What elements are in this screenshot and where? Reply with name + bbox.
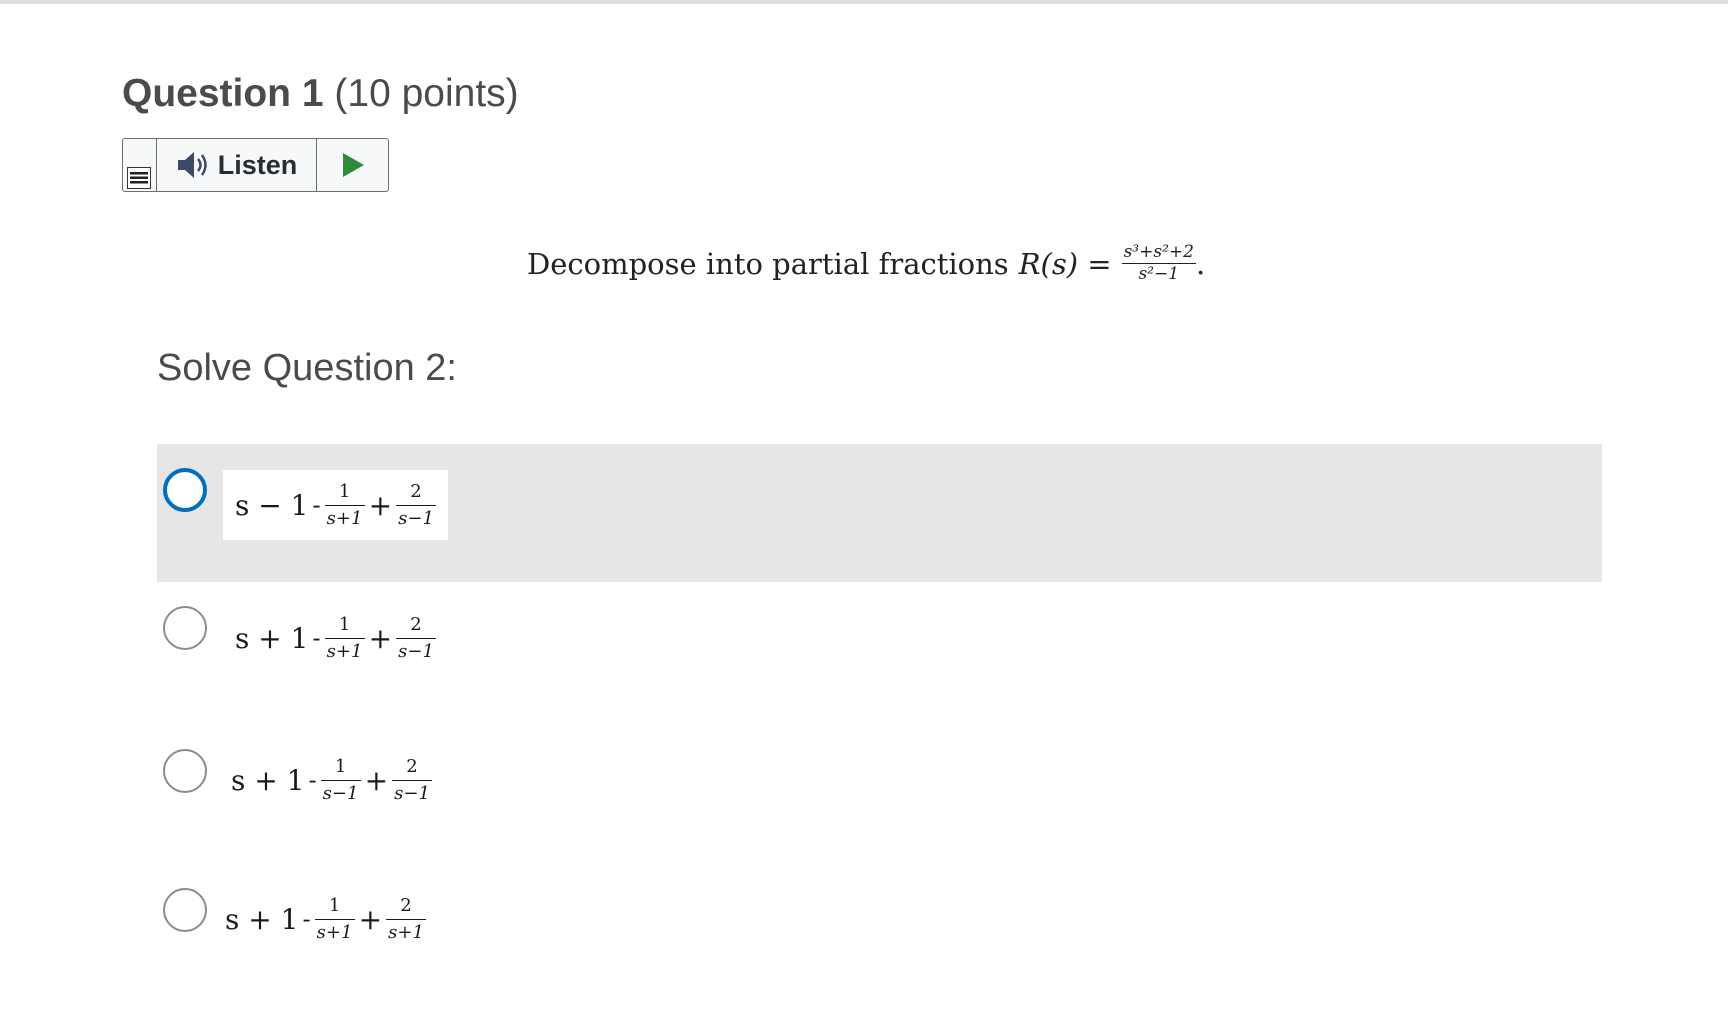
top-divider — [0, 0, 1728, 4]
plus-sign: + — [364, 763, 389, 797]
fraction-numerator: 2 — [386, 896, 427, 920]
question-title: Question 1 — [122, 72, 324, 115]
prompt-numerator: s³+s²+2 — [1121, 242, 1196, 264]
plus-sign: + — [358, 902, 383, 936]
answer-sep: - — [308, 766, 317, 794]
answer-option-2[interactable]: s + 1 - 1 s+1 + 2 s−1 — [157, 590, 1602, 728]
listen-button[interactable]: Listen — [157, 139, 317, 191]
listen-toolbar: Listen — [122, 138, 389, 192]
answer-sep: - — [302, 905, 311, 933]
fraction-2: 2 s−1 — [396, 482, 437, 529]
fraction-1: 1 s+1 — [314, 896, 355, 943]
answer-lead: s − 1 — [235, 488, 309, 522]
fraction-2: 2 s−1 — [396, 615, 437, 662]
radio-button-1[interactable] — [163, 468, 207, 512]
answer-lead: s + 1 — [235, 621, 309, 655]
menu-icon — [127, 167, 151, 189]
radio-button-2[interactable] — [163, 606, 207, 650]
menu-button[interactable] — [123, 139, 157, 191]
fraction-1: 1 s+1 — [324, 482, 365, 529]
fraction-denominator: s−1 — [398, 640, 434, 662]
radio-button-4[interactable] — [163, 888, 207, 932]
fraction-1: 1 s+1 — [324, 615, 365, 662]
fraction-denominator: s+1 — [326, 640, 363, 662]
answer-sep: - — [312, 491, 321, 519]
prompt-lhs: R(s) = — [1018, 246, 1112, 281]
fraction-denominator: s+1 — [388, 921, 424, 943]
prompt-denominator: s²−1 — [1138, 264, 1180, 284]
fraction-numerator: 1 — [320, 757, 361, 781]
answer-option-4[interactable]: s + 1 - 1 s+1 + 2 s+1 — [157, 872, 1602, 1010]
answer-expression-1: s − 1 - 1 s+1 + 2 s−1 — [223, 470, 449, 540]
answer-option-3[interactable]: s + 1 - 1 s−1 + 2 s−1 — [157, 733, 1602, 871]
play-button[interactable] — [317, 139, 388, 191]
fraction-denominator: s+1 — [326, 507, 363, 529]
question-heading: Question 1 (10 points) — [122, 72, 519, 116]
fraction-1: 1 s−1 — [320, 757, 361, 804]
answer-sep: - — [312, 624, 321, 652]
plus-sign: + — [368, 621, 393, 655]
fraction-denominator: s−1 — [322, 782, 359, 804]
fraction-numerator: 1 — [324, 615, 365, 639]
fraction-denominator: s−1 — [394, 782, 430, 804]
fraction-numerator: 1 — [324, 482, 365, 506]
prompt-fraction: s³+s²+2 s²−1 — [1121, 242, 1196, 284]
radio-button-3[interactable] — [163, 749, 207, 793]
fraction-2: 2 s−1 — [392, 757, 433, 804]
prompt-text: Decompose into partial fractions — [527, 246, 1009, 281]
plus-sign: + — [368, 488, 393, 522]
fraction-numerator: 2 — [392, 757, 433, 781]
answer-expression-4: s + 1 - 1 s+1 + 2 s+1 — [213, 884, 439, 954]
question-points: (10 points) — [334, 72, 519, 115]
answer-lead: s + 1 — [225, 902, 299, 936]
fraction-numerator: 2 — [396, 482, 437, 506]
listen-label: Listen — [217, 149, 298, 180]
question-prompt: Decompose into partial fractions R(s) = … — [527, 244, 1205, 283]
play-icon — [342, 153, 364, 177]
fraction-2: 2 s+1 — [386, 896, 427, 943]
fraction-numerator: 1 — [314, 896, 355, 920]
fraction-denominator: s+1 — [316, 921, 353, 943]
prompt-tail: . — [1195, 246, 1206, 281]
sub-heading: Solve Question 2: — [157, 347, 457, 389]
speaker-icon — [177, 152, 207, 178]
answer-lead: s + 1 — [231, 763, 305, 797]
answer-expression-2: s + 1 - 1 s+1 + 2 s−1 — [223, 603, 449, 673]
fraction-denominator: s−1 — [398, 507, 434, 529]
answer-option-1[interactable]: s − 1 - 1 s+1 + 2 s−1 — [157, 444, 1602, 582]
answer-expression-3: s + 1 - 1 s−1 + 2 s−1 — [219, 745, 445, 815]
fraction-numerator: 2 — [396, 615, 437, 639]
